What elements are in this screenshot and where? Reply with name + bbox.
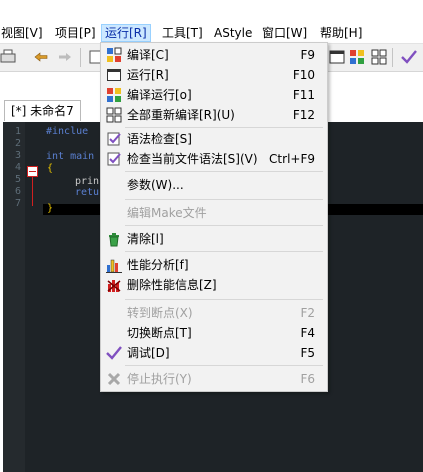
menu-item-toggle-breakpoint[interactable]: 切换断点[T] F4 — [103, 323, 325, 343]
menu-separator — [125, 251, 323, 252]
menu-separator — [125, 225, 323, 226]
menu-item-profile[interactable]: 性能分析[f] — [103, 255, 325, 275]
menu-item-label: 检查当前文件语法[S](V) — [127, 152, 258, 166]
tab-untitled7[interactable]: [*] 未命名7 — [4, 100, 81, 121]
title-strip — [0, 0, 423, 23]
menu-item-shortcut: Ctrl+F9 — [269, 152, 315, 166]
menu-item-compile[interactable]: 编译[C] F9 — [103, 45, 325, 65]
code-line-1: #inclue — [46, 126, 89, 137]
line-number: 5 — [14, 174, 21, 185]
menu-item-compile-run[interactable]: 编译运行[o] F11 — [103, 85, 325, 105]
menu-help[interactable]: 帮助[H] — [317, 25, 365, 41]
menu-item-shortcut: F6 — [300, 372, 315, 386]
menu-view[interactable]: 视图[V] — [0, 25, 46, 41]
delete-profile-icon — [107, 280, 121, 292]
menu-tools[interactable]: 工具[T] — [159, 25, 206, 41]
menu-item-shortcut: F4 — [300, 326, 315, 340]
menu-item-delete-profile[interactable]: 删除性能信息[Z] — [103, 275, 325, 295]
line-number: 4 — [14, 162, 21, 173]
line-number: 3 — [14, 150, 21, 161]
menu-run[interactable]: 运行[R] — [101, 24, 151, 42]
menu-item-label: 编译[C] — [127, 48, 169, 62]
fold-line — [32, 176, 33, 206]
code-line-3: int main — [46, 151, 95, 162]
menu-item-label: 切换断点[T] — [127, 326, 192, 340]
menu-item-label: 转到断点(X) — [127, 306, 193, 320]
menu-item-syntax-check[interactable]: 语法检查[S] — [103, 129, 325, 149]
menu-item-stop[interactable]: 停止执行(Y) F6 — [103, 369, 325, 389]
debug-check-icon[interactable] — [400, 48, 418, 66]
menu-window[interactable]: 窗口[W] — [259, 25, 310, 41]
menu-item-shortcut: F12 — [292, 108, 315, 122]
run-window-icon — [107, 69, 121, 81]
compile-run-icon[interactable] — [348, 48, 366, 66]
line-number: 7 — [14, 198, 21, 209]
undo-icon[interactable] — [32, 48, 50, 66]
menu-item-debug[interactable]: 调试[D] F5 — [103, 343, 325, 363]
compile-run-icon — [107, 88, 121, 102]
stop-x-icon — [107, 372, 121, 386]
rebuild-all-icon — [106, 107, 122, 123]
menu-item-label: 参数(W)... — [127, 178, 184, 192]
debug-check-icon — [106, 346, 122, 360]
menu-item-shortcut: F11 — [292, 88, 315, 102]
code-line-4: { — [47, 163, 54, 174]
compile-grid-icon — [107, 47, 122, 62]
menu-item-label: 全部重新编译[R](U) — [127, 108, 235, 122]
menu-item-label: 性能分析[f] — [127, 258, 189, 272]
menu-item-label: 清除[l] — [127, 232, 164, 246]
run-dropdown-menu: 编译[C] F9 运行[R] F10 编译运行[o] F11 全部重新编译[R]… — [100, 42, 328, 392]
clean-icon — [109, 233, 119, 247]
menu-astyle[interactable]: AStyle — [211, 25, 255, 41]
syntax-check-file-icon — [107, 152, 121, 166]
menubar: 视图[V] 项目[P] 运行[R] 工具[T] AStyle 窗口[W] 帮助[… — [0, 23, 423, 44]
toolbar-separator — [392, 48, 393, 67]
menu-item-label: 运行[R] — [127, 68, 169, 82]
menu-separator — [125, 171, 323, 172]
menu-item-label: 删除性能信息[Z] — [127, 278, 217, 292]
menu-separator — [125, 199, 323, 200]
rebuild-all-icon[interactable] — [370, 48, 388, 66]
menu-project[interactable]: 项目[P] — [52, 25, 99, 41]
menu-item-run[interactable]: 运行[R] F10 — [103, 65, 325, 85]
menu-item-label: 编译运行[o] — [127, 88, 192, 102]
redo-icon[interactable] — [56, 48, 74, 66]
menu-item-label: 调试[D] — [127, 346, 170, 360]
menu-item-shortcut: F5 — [300, 346, 315, 360]
window-icon[interactable] — [328, 48, 346, 66]
menu-separator — [125, 365, 323, 366]
menu-item-shortcut: F9 — [300, 48, 315, 62]
menu-item-rebuild-all[interactable]: 全部重新编译[R](U) F12 — [103, 105, 325, 125]
code-line-7: } — [47, 203, 54, 214]
menu-item-shortcut: F2 — [300, 306, 315, 320]
menu-item-label: 停止执行(Y) — [127, 372, 192, 386]
toolbar-separator — [80, 48, 81, 67]
code-line-5: prin — [75, 176, 100, 187]
line-number: 2 — [14, 138, 21, 149]
menu-item-goto-breakpoint[interactable]: 转到断点(X) F2 — [103, 303, 325, 323]
menu-item-label: 编辑Make文件 — [127, 206, 207, 220]
menu-separator — [125, 299, 323, 300]
line-number: 6 — [14, 186, 21, 197]
menu-item-shortcut: F10 — [292, 68, 315, 82]
menu-separator — [125, 127, 323, 128]
syntax-check-icon — [107, 132, 121, 146]
profile-chart-icon — [106, 259, 122, 273]
code-line-6: retu — [75, 187, 100, 198]
menu-item-syntax-check-file[interactable]: 检查当前文件语法[S](V) Ctrl+F9 — [103, 149, 325, 169]
menu-item-parameters[interactable]: 参数(W)... — [103, 175, 325, 195]
menu-item-clean[interactable]: 清除[l] — [103, 229, 325, 249]
line-number: 1 — [14, 126, 21, 137]
line-gutter: 1 2 3 4 5 6 7 — [3, 122, 25, 472]
menu-item-edit-makefile[interactable]: 编辑Make文件 — [103, 203, 325, 223]
menu-item-label: 语法检查[S] — [127, 132, 192, 146]
print-icon[interactable] — [0, 48, 18, 66]
